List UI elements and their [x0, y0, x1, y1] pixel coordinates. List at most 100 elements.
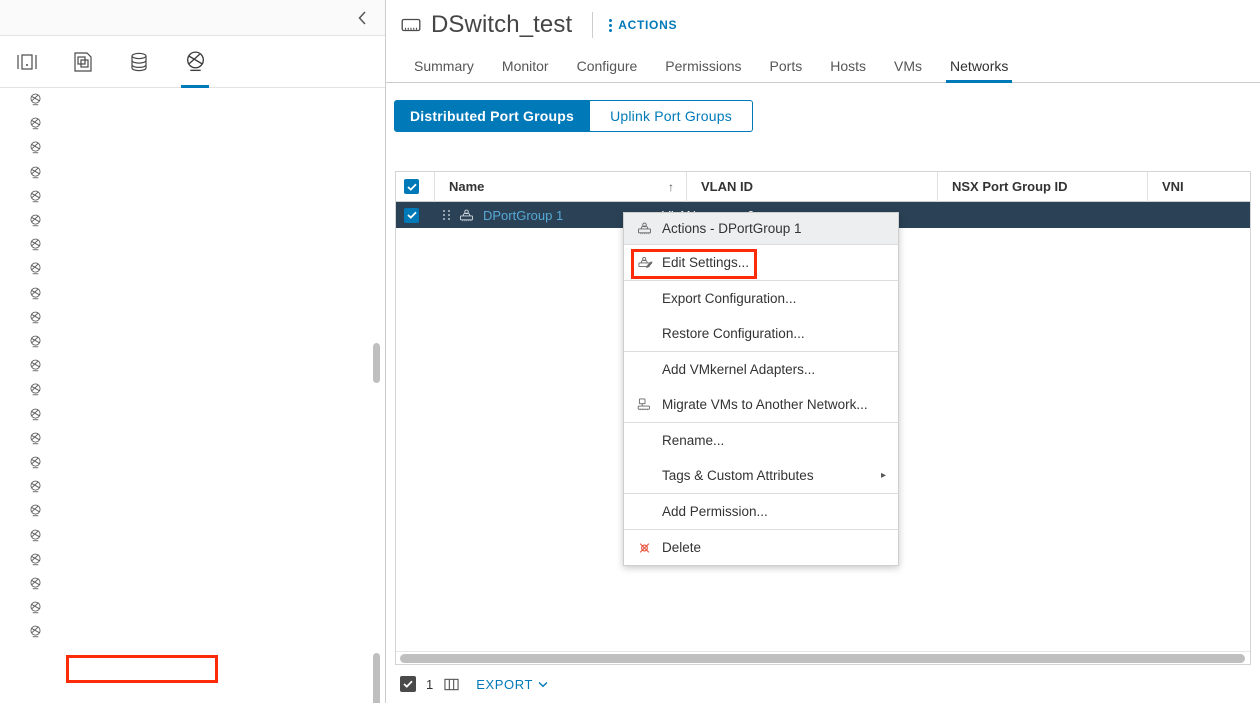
sidebar-item-network[interactable] [0, 282, 50, 305]
sidebar-item-network[interactable] [0, 403, 50, 426]
select-all-checkbox[interactable] [404, 179, 419, 194]
tab-label: Ports [770, 58, 803, 74]
actions-button[interactable]: ACTIONS [609, 18, 677, 32]
selected-count: 1 [426, 677, 433, 692]
row-drag-handle[interactable] [434, 202, 458, 228]
menu-item-label: Restore Configuration... [662, 326, 805, 341]
tab-ports[interactable]: Ports [756, 50, 817, 82]
tab-vms[interactable]: VMs [880, 50, 936, 82]
menu-item-label: Add VMkernel Adapters... [662, 362, 815, 377]
sidebar-scrollbar-thumb-lower[interactable] [373, 653, 380, 703]
menu-item-restore-configuration[interactable]: Restore Configuration... [624, 316, 898, 351]
page-title: DSwitch_test [431, 11, 572, 39]
network-icon [24, 407, 46, 422]
column-header-vni[interactable]: VNI [1147, 172, 1235, 202]
context-menu-group: Add Permission... [624, 493, 898, 529]
menu-item-label: Add Permission... [662, 504, 768, 519]
port-group-link[interactable]: DPortGroup 1 [483, 208, 563, 223]
sidebar-item-network[interactable] [0, 161, 50, 184]
hosts-and-clusters-icon[interactable] [8, 40, 46, 84]
tab-configure[interactable]: Configure [563, 50, 652, 82]
menu-item-add-vmkernel-adapters[interactable]: Add VMkernel Adapters... [624, 352, 898, 387]
sidebar-item-network[interactable] [0, 572, 50, 595]
sidebar-item-network[interactable] [0, 185, 50, 208]
network-icon [24, 261, 46, 276]
sidebar-item-network[interactable] [0, 112, 50, 135]
kebab-menu-icon [609, 19, 612, 32]
sidebar-item-network[interactable] [0, 548, 50, 571]
submenu-arrow-icon: ▸ [881, 470, 886, 481]
menu-item-delete[interactable]: Delete [624, 530, 898, 565]
menu-item-migrate-vms-to-another-network[interactable]: Migrate VMs to Another Network... [624, 387, 898, 422]
sidebar-item-network[interactable] [0, 354, 50, 377]
network-icon [24, 165, 46, 180]
column-label: VNI [1162, 179, 1184, 194]
network-icon [24, 528, 46, 543]
menu-item-add-permission[interactable]: Add Permission... [624, 494, 898, 529]
network-icon [24, 310, 46, 325]
sidebar-item-network[interactable] [0, 209, 50, 232]
row-checkbox[interactable] [404, 208, 419, 223]
sidebar-item-network[interactable] [0, 620, 50, 643]
menu-item-tags-custom-attributes[interactable]: Tags & Custom Attributes▸ [624, 458, 898, 493]
table-horizontal-scrollbar-thumb[interactable] [400, 654, 1245, 663]
tab-monitor[interactable]: Monitor [488, 50, 563, 82]
tab-permissions[interactable]: Permissions [651, 50, 755, 82]
tab-distributed-port-groups[interactable]: Distributed Port Groups [394, 100, 590, 132]
menu-item-edit-settings[interactable]: Edit Settings... [624, 245, 898, 280]
sidebar-item-network[interactable] [0, 427, 50, 450]
sidebar-item-network[interactable] [0, 596, 50, 619]
column-header-name[interactable]: Name ↑ [434, 172, 686, 202]
sort-ascending-icon: ↑ [668, 180, 686, 194]
row-name-cell: DPortGroup 1 [458, 202, 648, 228]
sidebar-item-network[interactable] [0, 257, 50, 280]
sidebar-item-network[interactable] [0, 233, 50, 256]
network-icon [24, 576, 46, 591]
table-horizontal-scrollbar[interactable] [396, 651, 1250, 664]
column-header-nsx-port-group-id[interactable]: NSX Port Group ID [937, 172, 1147, 202]
menu-item-rename[interactable]: Rename... [624, 423, 898, 458]
sidebar-item-network[interactable] [0, 330, 50, 353]
tab-hosts[interactable]: Hosts [816, 50, 880, 82]
footer-select-checkbox[interactable] [400, 676, 416, 692]
sidebar-item-network[interactable] [0, 451, 50, 474]
network-icon [24, 334, 46, 349]
export-label: EXPORT [476, 677, 533, 692]
port-group-icon [458, 208, 475, 223]
column-label: VLAN ID [701, 179, 753, 194]
column-header-vlan-id[interactable]: VLAN ID [686, 172, 937, 202]
vms-and-templates-icon[interactable] [64, 40, 102, 84]
menu-item-label: Edit Settings... [662, 255, 749, 270]
menu-item-export-configuration[interactable]: Export Configuration... [624, 281, 898, 316]
sidebar-item-network[interactable] [0, 306, 50, 329]
sidebar-item-network[interactable] [0, 499, 50, 522]
network-icon [24, 189, 46, 204]
column-label: NSX Port Group ID [952, 179, 1068, 194]
menu-item-label: Export Configuration... [662, 291, 796, 306]
chevron-left-icon[interactable] [351, 7, 373, 29]
network-icon [24, 624, 46, 639]
networking-icon[interactable] [176, 40, 214, 84]
sidebar-item-network[interactable] [0, 378, 50, 401]
tab-summary[interactable]: Summary [400, 50, 488, 82]
inventory-tree[interactable]: › DSwitch_test › [0, 88, 385, 703]
context-menu-group: Export Configuration... Restore Configura… [624, 280, 898, 351]
export-button[interactable]: EXPORT [476, 677, 548, 692]
sidebar-item-network[interactable] [0, 524, 50, 547]
object-header: DSwitch_test ACTIONS [386, 0, 1260, 50]
network-icon [24, 382, 46, 397]
tab-uplink-port-groups[interactable]: Uplink Port Groups [590, 100, 753, 132]
context-menu-group: Edit Settings... [624, 245, 898, 280]
network-icon [24, 92, 46, 107]
network-icon [24, 286, 46, 301]
tab-label: Configure [577, 58, 638, 74]
sidebar-item-network[interactable] [0, 136, 50, 159]
sidebar-item-network[interactable] [0, 88, 50, 111]
tab-bar: SummaryMonitor Configure Permissions Ports H… [386, 50, 1260, 83]
tab-networks[interactable]: Networks [936, 50, 1022, 82]
sidebar-item-network[interactable] [0, 475, 50, 498]
network-icon [24, 600, 46, 615]
sidebar-scrollbar-thumb-upper[interactable] [373, 343, 380, 383]
columns-icon[interactable] [443, 677, 460, 692]
storage-icon[interactable] [120, 40, 158, 84]
